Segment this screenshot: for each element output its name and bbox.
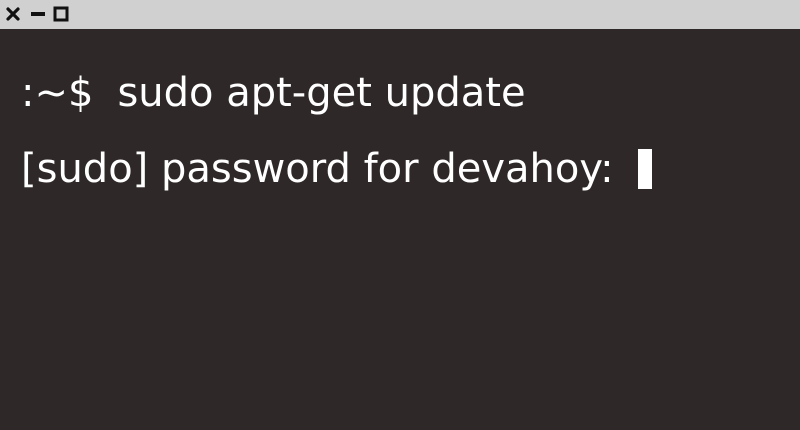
password-prompt-text: [sudo] password for devahoy:: [21, 146, 614, 192]
terminal-output[interactable]: :~$ sudo apt-get update [sudo] password …: [0, 29, 800, 430]
minimize-icon[interactable]: [30, 6, 46, 22]
password-prompt-line: [sudo] password for devahoy:: [21, 145, 652, 193]
maximize-icon[interactable]: [53, 6, 69, 22]
command-text: sudo apt-get update: [117, 70, 526, 116]
close-icon[interactable]: [5, 6, 21, 22]
title-bar[interactable]: [0, 0, 800, 29]
command-line: :~$ sudo apt-get update: [21, 69, 526, 117]
shell-prompt: :~$: [21, 70, 94, 116]
terminal-window: :~$ sudo apt-get update [sudo] password …: [0, 0, 800, 430]
text-cursor: [637, 149, 652, 189]
